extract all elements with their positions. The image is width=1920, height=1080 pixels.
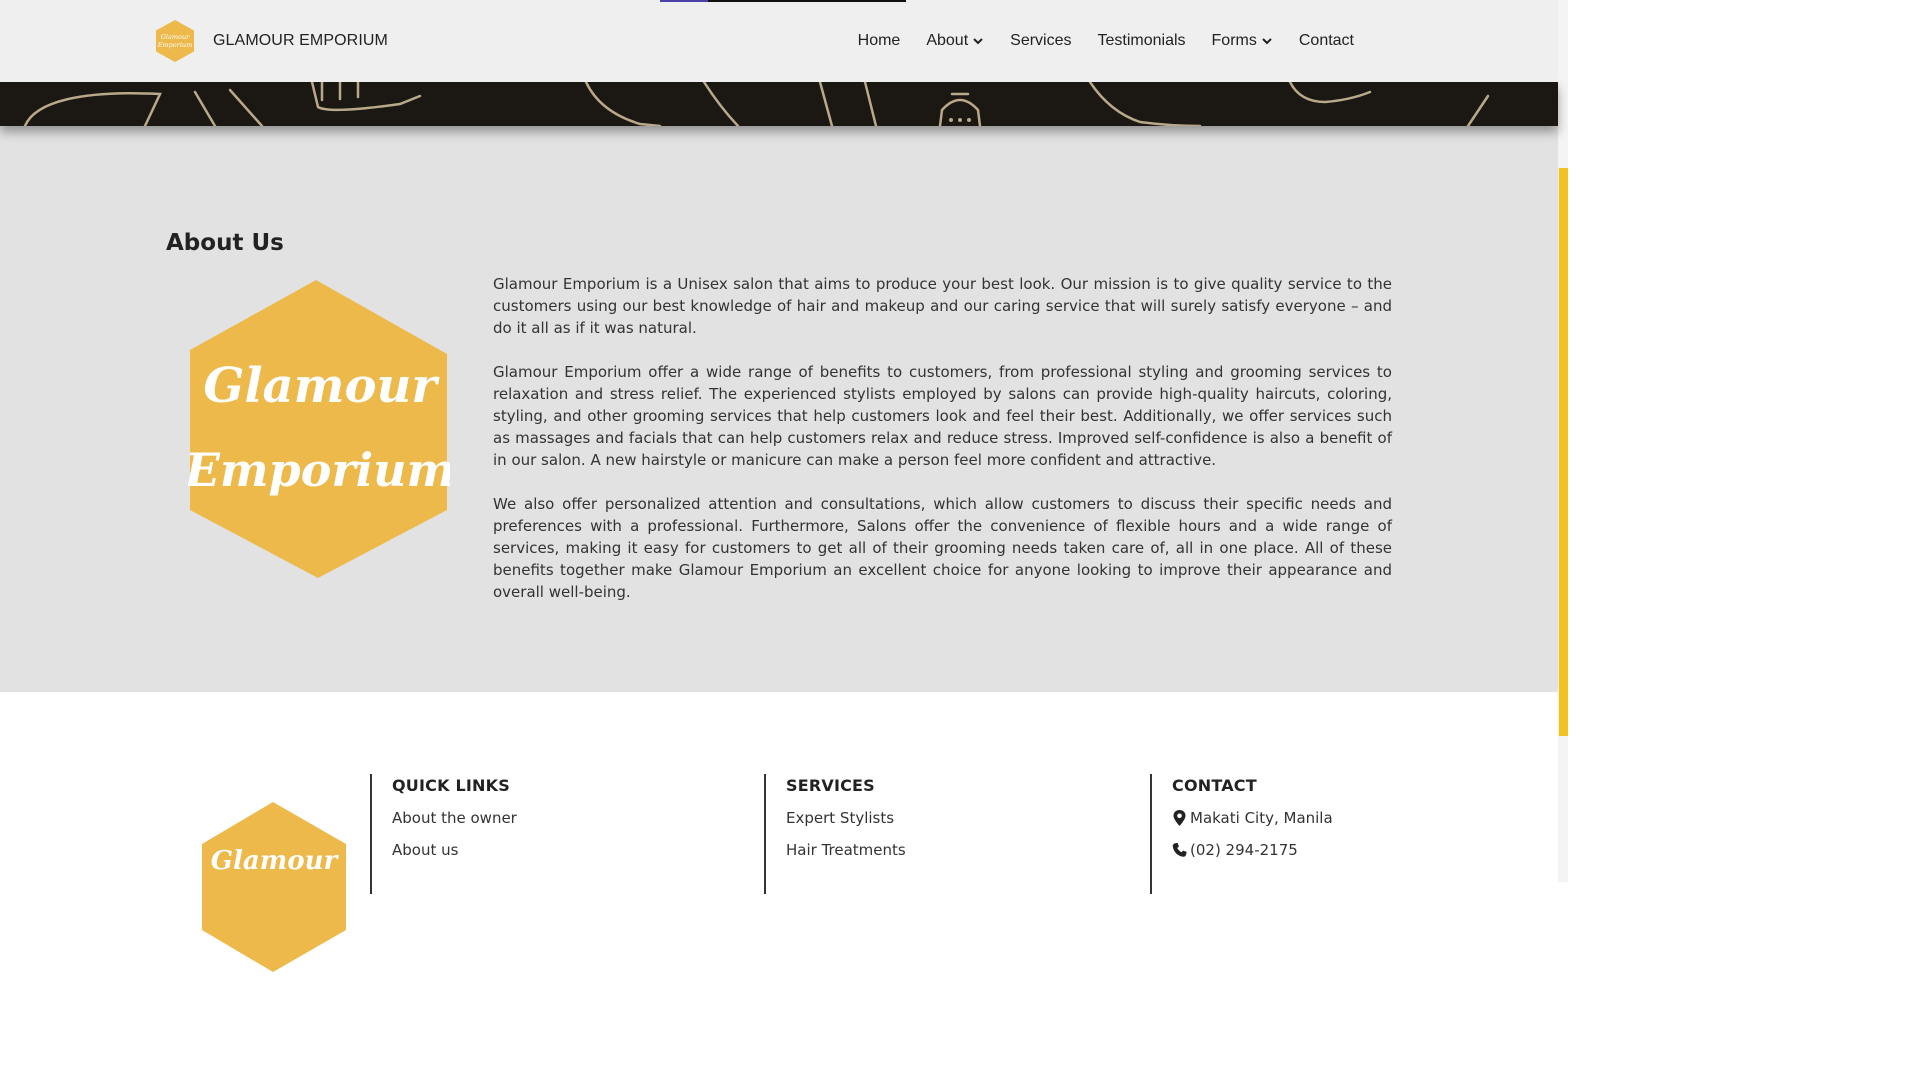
- nav-item-testimonials[interactable]: Testimonials: [1098, 32, 1186, 50]
- navbar: Glamour Emporium GLAMOUR EMPORIUM Home A…: [0, 0, 1558, 82]
- footer-heading: SERVICES: [786, 776, 875, 795]
- nav-item-forms[interactable]: Forms: [1212, 32, 1273, 50]
- about-text: Glamour Emporium is a Unisex salon that …: [493, 273, 1392, 625]
- about-paragraph: Glamour Emporium is a Unisex salon that …: [493, 275, 1392, 337]
- brand-logo: Glamour Emporium: [156, 20, 194, 62]
- svg-text:Emporium: Emporium: [188, 443, 450, 497]
- chevron-down-icon: [973, 38, 983, 45]
- brand[interactable]: Glamour Emporium GLAMOUR EMPORIUM: [155, 19, 388, 63]
- footer-contact: CONTACT Makati City, Manila (02) 294-217…: [1150, 774, 1452, 894]
- salon-logo: Glamour Emporium: [188, 280, 450, 578]
- phone-icon: [1172, 842, 1187, 857]
- nav-item-services[interactable]: Services: [1010, 32, 1071, 50]
- svg-text:Glamour: Glamour: [211, 846, 340, 876]
- nav-menu: Home About Services Testimonials Forms C…: [858, 0, 1354, 82]
- footer-link-hair-treatments[interactable]: Hair Treatments: [786, 841, 1126, 873]
- svg-text:Glamour: Glamour: [203, 358, 440, 414]
- about-section: About Us Glamour Emporium Glamour Empori…: [0, 126, 1558, 692]
- footer-heading: CONTACT: [1172, 776, 1257, 795]
- svg-text:Emporium: Emporium: [157, 41, 193, 49]
- section-title: About Us: [166, 230, 284, 256]
- footer-link-about-us[interactable]: About us: [392, 841, 742, 873]
- nav-item-contact[interactable]: Contact: [1299, 32, 1354, 50]
- contact-phone: (02) 294-2175: [1172, 841, 1452, 873]
- chevron-down-icon: [1262, 38, 1272, 45]
- nav-item-home[interactable]: Home: [858, 32, 901, 50]
- footer-link-about-owner[interactable]: About the owner: [392, 809, 742, 841]
- footer-logo: Glamour: [202, 802, 346, 972]
- footer-services: SERVICES Expert Stylists Hair Treatments: [764, 774, 1126, 894]
- svg-text:Glamour: Glamour: [161, 33, 190, 41]
- scrollbar-thumb[interactable]: [1559, 168, 1568, 736]
- footer-heading: QUICK LINKS: [392, 776, 510, 795]
- salon-pattern-illustration: [23, 82, 1490, 126]
- about-paragraph: We also offer personalized attention and…: [493, 495, 1392, 601]
- nav-item-about[interactable]: About: [926, 32, 984, 50]
- contact-address: Makati City, Manila: [1172, 809, 1452, 841]
- footer: Glamour QUICK LINKS About the owner Abou…: [0, 692, 1558, 972]
- footer-link-expert-stylists[interactable]: Expert Stylists: [786, 809, 1126, 841]
- hero-banner: [0, 82, 1558, 126]
- map-marker-icon: [1173, 810, 1186, 826]
- about-paragraph: Glamour Emporium offer a wide range of b…: [493, 363, 1392, 469]
- footer-quick-links: QUICK LINKS About the owner About us: [370, 774, 742, 894]
- brand-name[interactable]: GLAMOUR EMPORIUM: [213, 32, 388, 50]
